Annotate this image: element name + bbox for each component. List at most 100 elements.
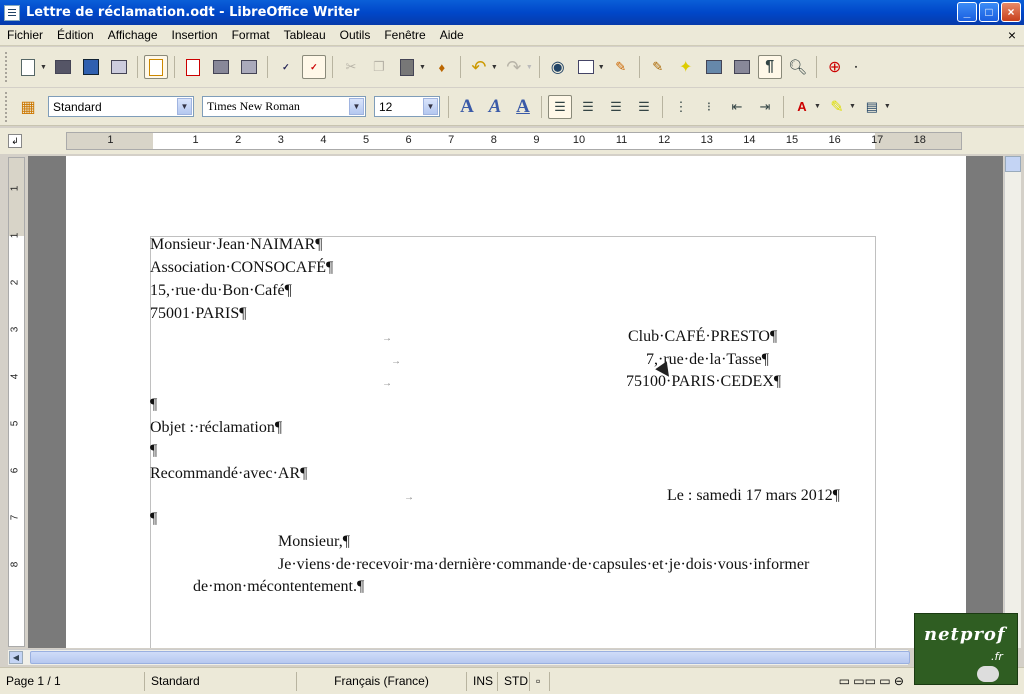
undo-icon[interactable]: ↶ xyxy=(467,55,491,79)
table-dropdown-icon[interactable]: ▼ xyxy=(598,64,605,71)
edit-mode-icon[interactable] xyxy=(143,55,168,79)
font-name-select[interactable]: Times New Roman ▼ xyxy=(202,96,366,117)
salutation-line[interactable]: Monsieur,¶ xyxy=(278,533,350,551)
print-icon[interactable] xyxy=(209,55,233,79)
scrollbar-thumb[interactable] xyxy=(30,651,910,664)
horizontal-scrollbar[interactable]: ◀ xyxy=(8,649,910,665)
menu-tableau[interactable]: Tableau xyxy=(277,28,333,42)
help-icon[interactable]: ⊕ xyxy=(823,55,847,79)
menu-fichier[interactable]: Fichier xyxy=(0,28,50,42)
show-draw-functions-icon[interactable]: ✎ xyxy=(609,55,633,79)
chevron-down-icon[interactable]: ▼ xyxy=(423,98,438,115)
redo-dropdown-icon[interactable]: ▼ xyxy=(526,64,533,71)
underline-icon[interactable]: A xyxy=(511,95,535,119)
highlighting-dropdown-icon[interactable]: ▼ xyxy=(849,103,856,110)
sender-line[interactable]: Association·CONSOCAFÉ¶ xyxy=(150,259,333,277)
scroll-up-icon[interactable] xyxy=(1005,156,1021,172)
sender-line[interactable]: 15,·rue·du·Bon·Café¶ xyxy=(150,282,292,300)
cut-icon[interactable]: ✂ xyxy=(339,55,363,79)
close-button[interactable]: × xyxy=(1001,2,1021,22)
numbering-icon[interactable]: ⋮ xyxy=(669,95,693,119)
vertical-ruler[interactable]: 1 1 2 3 4 5 6 7 8 xyxy=(8,157,25,647)
maximize-button[interactable]: □ xyxy=(979,2,999,22)
toolbar-grip[interactable] xyxy=(5,52,9,82)
menu-affichage[interactable]: Affichage xyxy=(101,28,165,42)
navigator-icon[interactable]: ✦ xyxy=(674,55,698,79)
selection-mode-indicator[interactable]: STD xyxy=(498,671,530,691)
save-icon[interactable] xyxy=(79,55,103,79)
tab-type-selector[interactable]: ↲ xyxy=(8,134,22,148)
paragraph-style-select[interactable]: Standard ▼ xyxy=(48,96,194,117)
scroll-left-icon[interactable]: ◀ xyxy=(9,651,23,664)
auto-spellcheck-icon[interactable]: ✓ xyxy=(301,55,326,79)
hyperlink-icon[interactable]: ◉ xyxy=(546,55,570,79)
copy-icon[interactable]: ❐ xyxy=(367,55,391,79)
close-document-button[interactable]: × xyxy=(1008,27,1016,43)
justify-icon[interactable]: ☰ xyxy=(632,95,656,119)
font-size-select[interactable]: 12 ▼ xyxy=(374,96,440,117)
print-preview-icon[interactable] xyxy=(237,55,261,79)
data-sources-icon[interactable] xyxy=(730,55,754,79)
italic-icon[interactable]: A xyxy=(483,95,507,119)
align-left-icon[interactable]: ☰ xyxy=(548,94,572,119)
table-icon[interactable] xyxy=(574,55,598,79)
redo-icon[interactable]: ↷ xyxy=(502,55,526,79)
chevron-down-icon[interactable]: ▼ xyxy=(177,98,192,115)
empty-paragraph[interactable]: ¶ xyxy=(150,510,157,528)
gallery-icon[interactable] xyxy=(702,55,726,79)
menu-outils[interactable]: Outils xyxy=(333,28,378,42)
sender-line[interactable]: 75001·PARIS¶ xyxy=(150,305,246,323)
menu-edition[interactable]: Édition xyxy=(50,28,101,42)
recipient-line[interactable]: Club·CAFÉ·PRESTO¶ xyxy=(628,328,777,346)
recommande-line[interactable]: Recommandé·avec·AR¶ xyxy=(150,465,307,483)
background-color-icon[interactable]: ▤ xyxy=(860,95,884,119)
menu-fenetre[interactable]: Fenêtre xyxy=(377,28,432,42)
menu-aide[interactable]: Aide xyxy=(433,28,471,42)
toolbar-grip[interactable] xyxy=(5,91,9,122)
sender-line[interactable]: Monsieur·Jean·NAIMAR¶ xyxy=(150,236,323,254)
align-center-icon[interactable]: ☰ xyxy=(576,95,600,119)
body-line[interactable]: de·mon·mécontentement.¶ xyxy=(193,578,364,596)
clone-formatting-icon[interactable]: ♦ xyxy=(430,55,454,79)
page-indicator[interactable]: Page 1 / 1 xyxy=(0,671,145,691)
email-icon[interactable] xyxy=(107,55,131,79)
minimize-button[interactable]: _ xyxy=(957,2,977,22)
bold-icon[interactable]: A xyxy=(455,95,479,119)
insert-mode-indicator[interactable]: INS xyxy=(467,671,498,691)
highlighting-icon[interactable]: ✎ xyxy=(825,95,849,119)
increase-indent-icon[interactable]: ⇥ xyxy=(753,95,777,119)
bullets-icon[interactable]: ⁝ xyxy=(697,95,721,119)
menu-format[interactable]: Format xyxy=(225,28,277,42)
date-line[interactable]: Le : samedi 17 mars 2012¶ xyxy=(667,487,840,505)
undo-dropdown-icon[interactable]: ▼ xyxy=(491,64,498,71)
objet-line[interactable]: Objet :·réclamation¶ xyxy=(150,419,282,437)
align-right-icon[interactable]: ☰ xyxy=(604,95,628,119)
spellcheck-icon[interactable]: ✓ xyxy=(274,55,298,79)
toolbar-options-icon[interactable]: ▪ xyxy=(855,64,857,71)
font-color-dropdown-icon[interactable]: ▼ xyxy=(814,103,821,110)
language-indicator[interactable]: Français (France) xyxy=(297,671,467,691)
new-document-icon[interactable] xyxy=(16,55,40,79)
export-pdf-icon[interactable] xyxy=(181,55,205,79)
paste-icon[interactable] xyxy=(395,55,419,79)
background-dropdown-icon[interactable]: ▼ xyxy=(884,103,891,110)
menu-insertion[interactable]: Insertion xyxy=(165,28,225,42)
empty-paragraph[interactable]: ¶ xyxy=(150,396,157,414)
new-dropdown-icon[interactable]: ▼ xyxy=(40,64,47,71)
vertical-scrollbar[interactable] xyxy=(1004,156,1021,648)
styles-formatting-icon[interactable]: ▦ xyxy=(16,95,40,119)
empty-paragraph[interactable]: ¶ xyxy=(150,442,157,460)
body-line[interactable]: Je·viens·de·recevoir·ma·dernière·command… xyxy=(278,556,809,574)
recipient-line[interactable]: 75100·PARIS·CEDEX¶ xyxy=(626,373,781,391)
open-folder-icon[interactable] xyxy=(51,55,75,79)
zoom-icon[interactable]: 🔍︎ xyxy=(786,55,810,79)
writer-app-icon[interactable] xyxy=(4,4,20,21)
font-color-icon[interactable]: A xyxy=(790,95,814,119)
paste-dropdown-icon[interactable]: ▼ xyxy=(419,64,426,71)
chevron-down-icon[interactable]: ▼ xyxy=(349,98,364,115)
page-style-indicator[interactable]: Standard xyxy=(145,671,297,691)
formatting-marks-icon[interactable]: ¶ xyxy=(757,55,782,79)
find-replace-icon[interactable]: ✎ xyxy=(646,55,670,79)
document-page[interactable]: Monsieur·Jean·NAIMAR¶ Association·CONSOC… xyxy=(66,156,966,648)
decrease-indent-icon[interactable]: ⇤ xyxy=(725,95,749,119)
